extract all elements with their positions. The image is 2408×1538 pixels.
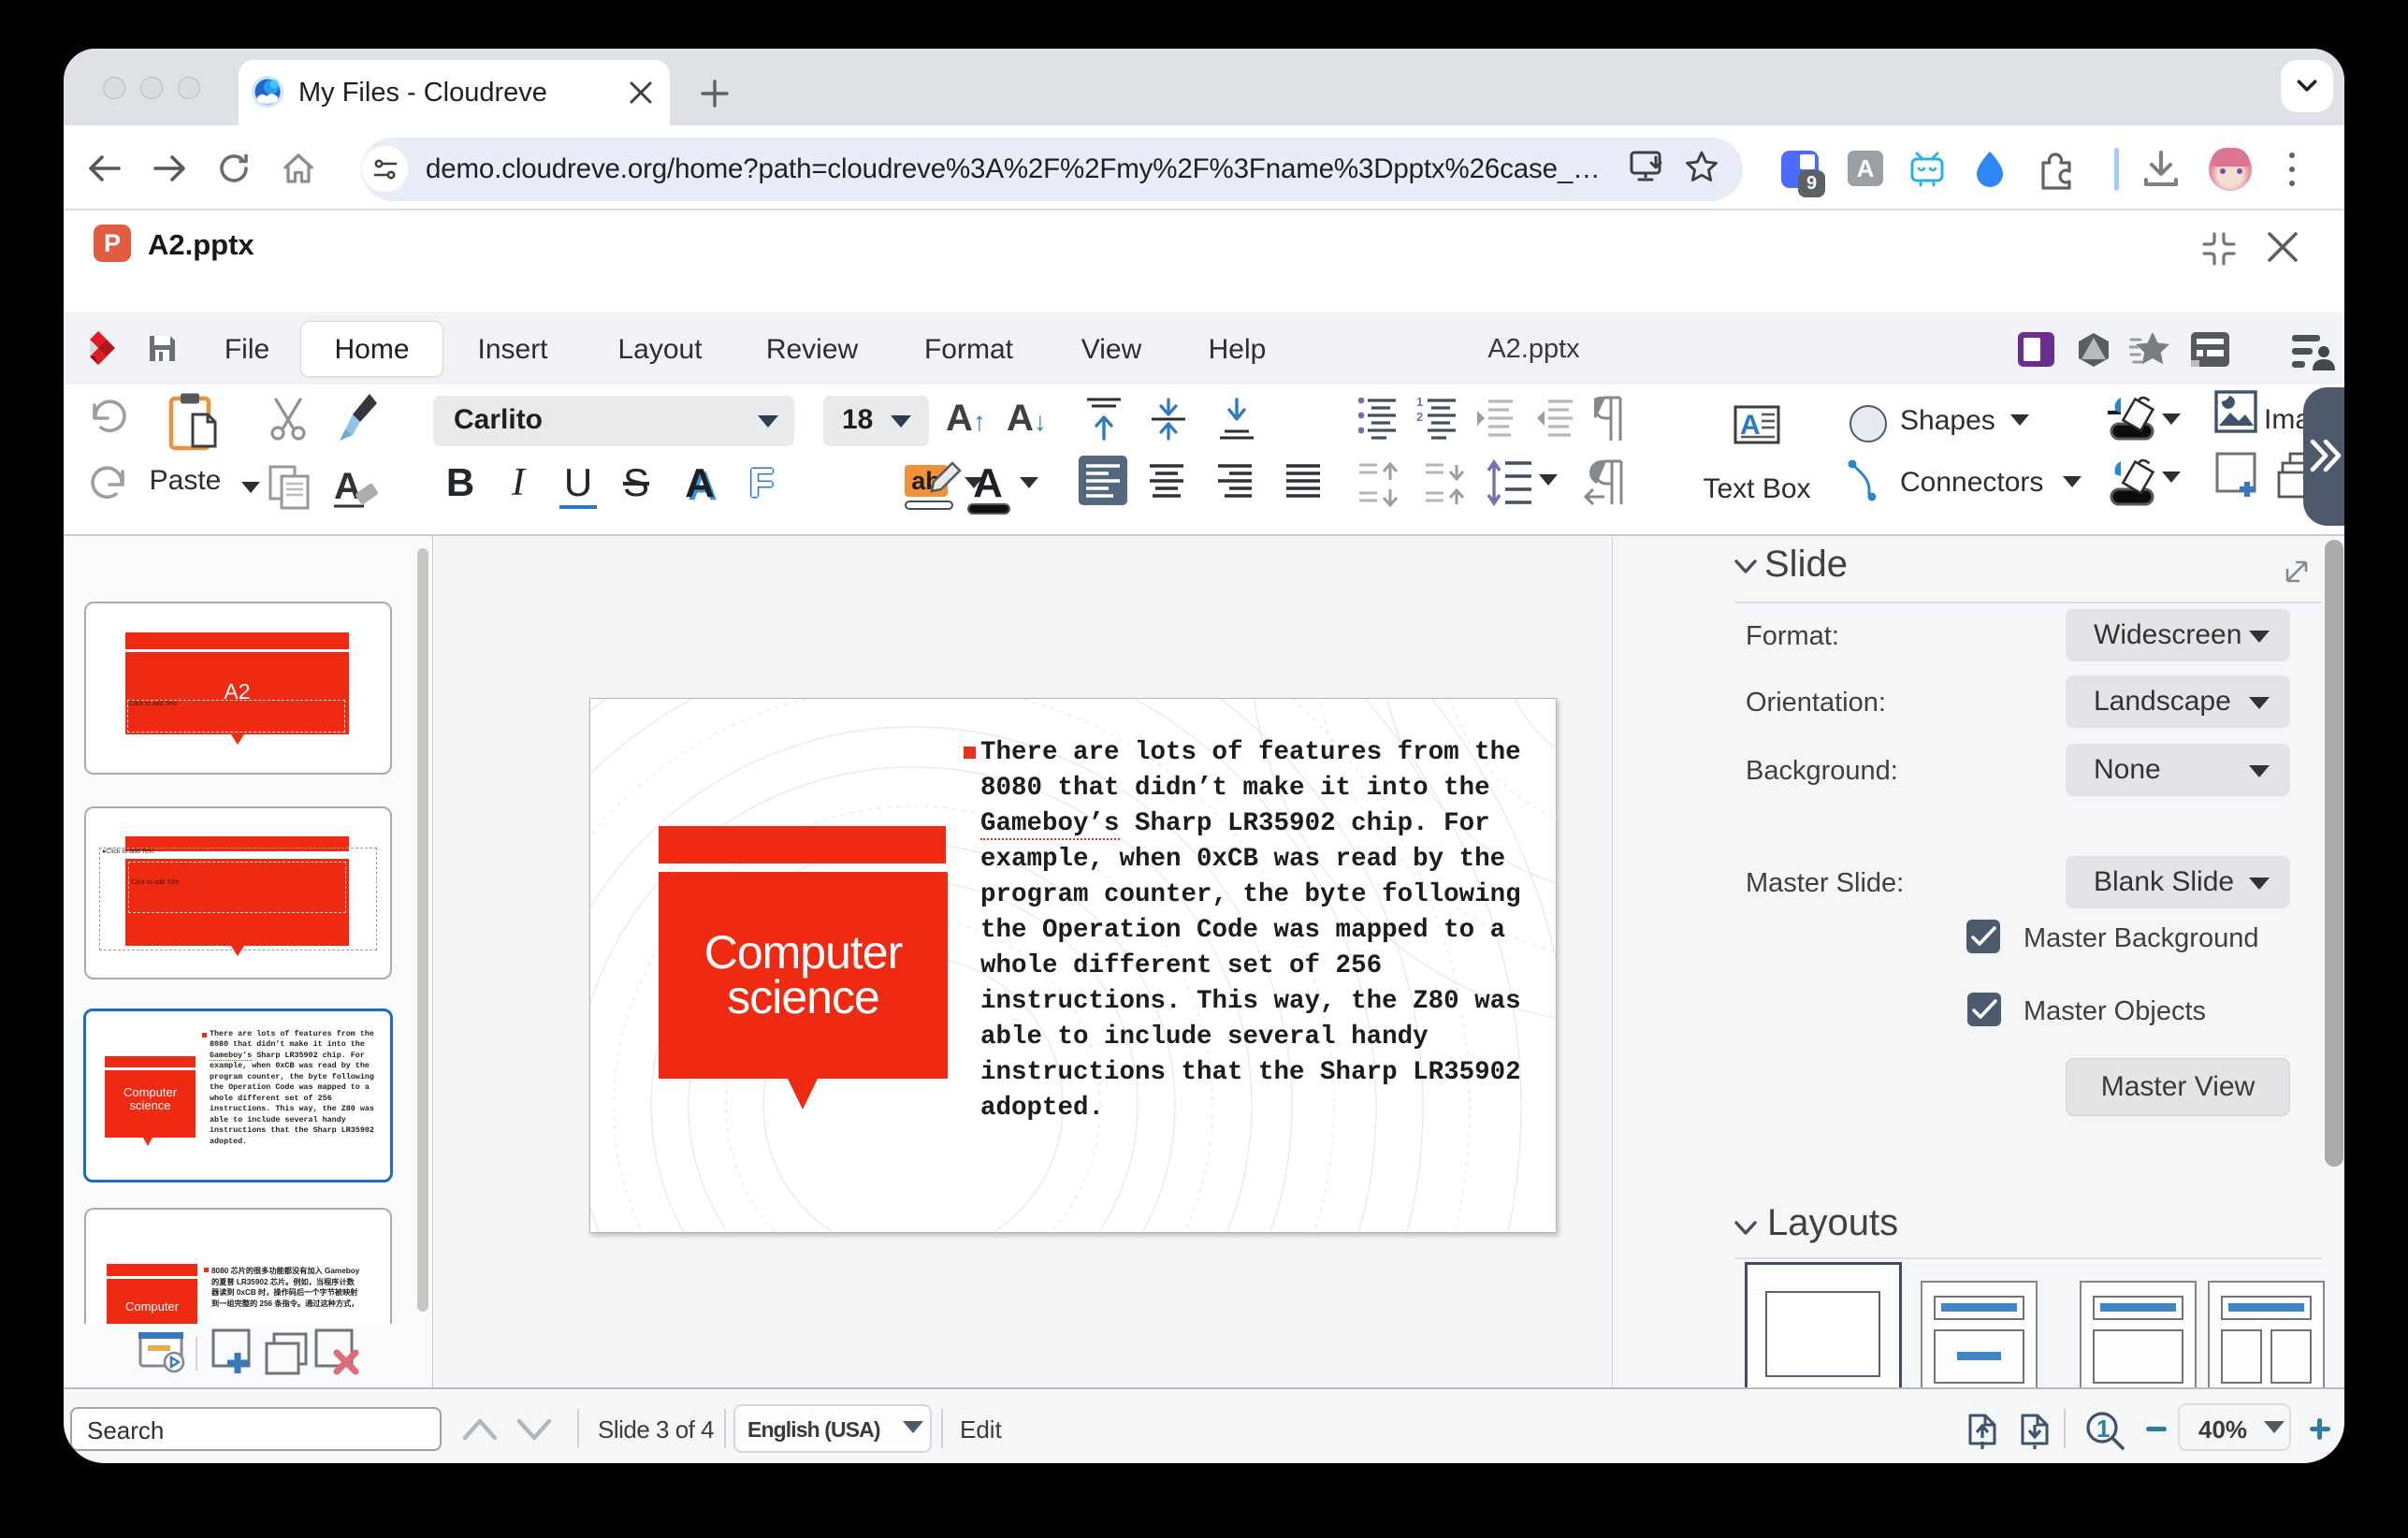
svg-text:A: A bbox=[334, 466, 361, 507]
svg-text:2: 2 bbox=[1416, 410, 1423, 424]
svg-text:1: 1 bbox=[1416, 398, 1423, 409]
svg-text:1: 1 bbox=[2096, 1415, 2110, 1443]
